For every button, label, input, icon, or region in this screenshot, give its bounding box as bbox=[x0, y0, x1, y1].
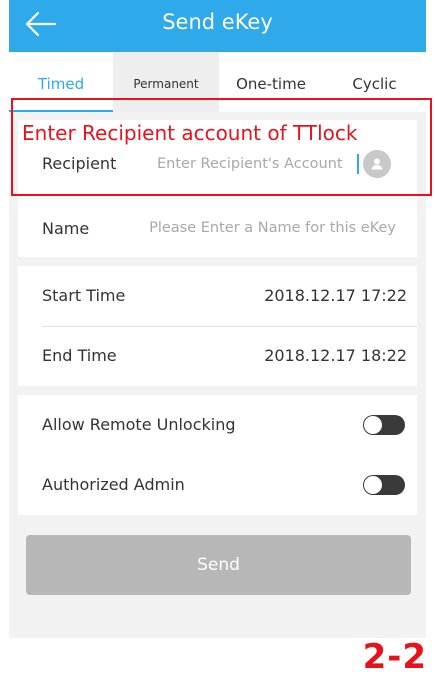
annotation-note: Enter Recipient account of TTlock bbox=[22, 121, 358, 145]
options-card: Allow Remote Unlocking Authorized Admin bbox=[18, 395, 417, 515]
send-button[interactable]: Send bbox=[26, 535, 411, 595]
header-bar: Send eKey bbox=[9, 0, 426, 52]
name-card: Name bbox=[18, 199, 417, 257]
start-time-row[interactable]: Start Time 2018.12.17 17:22 bbox=[18, 266, 417, 326]
remote-unlock-toggle[interactable] bbox=[363, 415, 405, 435]
ekey-name-input[interactable] bbox=[128, 208, 396, 248]
annotation-highlight-box bbox=[11, 98, 432, 196]
time-card: Start Time 2018.12.17 17:22 End Time 201… bbox=[18, 266, 417, 386]
step-label: 2-2 bbox=[362, 637, 427, 677]
toggle-knob bbox=[364, 416, 382, 434]
tab-cyclic-label: Cyclic bbox=[352, 75, 397, 93]
toggle-knob bbox=[364, 476, 382, 494]
remote-unlock-label: Allow Remote Unlocking bbox=[42, 415, 236, 434]
end-time-label: End Time bbox=[42, 346, 117, 365]
tab-one-time-label: One-time bbox=[236, 75, 306, 93]
end-time-value: 2018.12.17 18:22 bbox=[264, 346, 407, 365]
authorized-admin-row: Authorized Admin bbox=[18, 455, 417, 515]
phone-screen: Send eKey Timed Permanent One-time Cycli… bbox=[9, 0, 426, 638]
page-title: Send eKey bbox=[162, 10, 273, 34]
name-label: Name bbox=[42, 219, 90, 238]
authorized-admin-label: Authorized Admin bbox=[42, 475, 185, 494]
end-time-row[interactable]: End Time 2018.12.17 18:22 bbox=[18, 326, 417, 386]
remote-unlock-row: Allow Remote Unlocking bbox=[18, 395, 417, 455]
authorized-admin-toggle[interactable] bbox=[363, 475, 405, 495]
tab-permanent-label: Permanent bbox=[133, 77, 199, 91]
start-time-value: 2018.12.17 17:22 bbox=[264, 286, 407, 305]
tab-timed-label: Timed bbox=[37, 75, 85, 93]
start-time-label: Start Time bbox=[42, 286, 126, 305]
